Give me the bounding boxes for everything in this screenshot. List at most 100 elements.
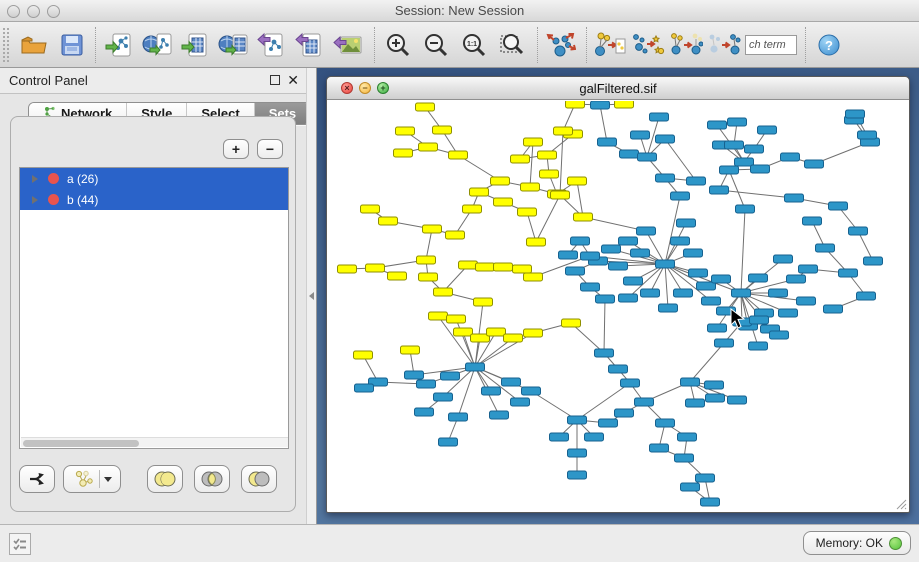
graph-node[interactable] (774, 255, 793, 263)
graph-node[interactable] (684, 249, 703, 257)
first-neighbors-button[interactable] (669, 27, 703, 63)
export-network-button[interactable] (254, 27, 288, 63)
scrollbar-thumb[interactable] (23, 440, 139, 447)
graph-node[interactable] (638, 153, 657, 161)
graph-node[interactable] (454, 328, 473, 336)
graph-node[interactable] (449, 151, 468, 159)
graph-node[interactable] (770, 331, 789, 339)
graph-node[interactable] (681, 483, 700, 491)
graph-node[interactable] (736, 205, 755, 213)
graph-node[interactable] (674, 289, 693, 297)
graph-node[interactable] (524, 329, 543, 337)
graph-node[interactable] (687, 177, 706, 185)
graph-node[interactable] (631, 249, 650, 257)
graph-node[interactable] (689, 269, 708, 277)
graph-node[interactable] (419, 273, 438, 281)
import-table-url-button[interactable] (216, 27, 250, 63)
float-panel-button[interactable] (270, 75, 280, 85)
graph-node[interactable] (846, 110, 865, 118)
graph-node[interactable] (708, 121, 727, 129)
select-from-network-button[interactable] (631, 27, 665, 63)
graph-node[interactable] (615, 409, 634, 417)
graph-node[interactable] (797, 297, 816, 305)
graph-node[interactable] (463, 205, 482, 213)
graph-node[interactable] (864, 257, 883, 265)
graph-node[interactable] (574, 213, 593, 221)
graph-node[interactable] (494, 263, 513, 271)
graph-node[interactable] (518, 208, 537, 216)
graph-node[interactable] (482, 387, 501, 395)
graph-node[interactable] (596, 295, 615, 303)
graph-node[interactable] (656, 260, 675, 268)
graph-node[interactable] (429, 312, 448, 320)
memory-status-button[interactable]: Memory: OK (803, 531, 911, 555)
graph-node[interactable] (338, 265, 357, 273)
graph-node[interactable] (415, 408, 434, 416)
graph-node[interactable] (401, 346, 420, 354)
import-network-file-button[interactable] (102, 27, 136, 63)
create-set-from-network-button[interactable] (63, 465, 121, 493)
graph-node[interactable] (706, 394, 725, 402)
graph-node[interactable] (656, 174, 675, 182)
graph-node[interactable] (513, 265, 532, 273)
export-image-button[interactable] (330, 27, 364, 63)
graph-node[interactable] (839, 269, 858, 277)
network-canvas[interactable] (328, 101, 908, 507)
graph-node[interactable] (504, 334, 523, 342)
graph-node[interactable] (681, 378, 700, 386)
expander-icon[interactable] (32, 196, 38, 204)
graph-node[interactable] (702, 297, 721, 305)
graph-node[interactable] (641, 289, 660, 297)
graph-node[interactable] (750, 316, 769, 324)
task-history-button[interactable] (9, 533, 31, 555)
graph-node[interactable] (805, 160, 824, 168)
graph-node[interactable] (620, 150, 639, 158)
graph-node[interactable] (405, 371, 424, 379)
graph-node[interactable] (423, 225, 442, 233)
graph-node[interactable] (568, 449, 587, 457)
toolbar-drag-grip[interactable] (3, 28, 9, 62)
graph-node[interactable] (566, 101, 585, 108)
graph-node[interactable] (715, 339, 734, 347)
graph-node[interactable] (434, 288, 453, 296)
graph-node[interactable] (388, 272, 407, 280)
graph-node[interactable] (803, 217, 822, 225)
graph-node[interactable] (712, 275, 731, 283)
panel-splitter[interactable] (306, 68, 317, 524)
apply-layout-button[interactable] (544, 27, 578, 63)
save-session-button[interactable] (55, 27, 89, 63)
graph-node[interactable] (491, 177, 510, 185)
graph-node[interactable] (511, 155, 530, 163)
graph-node[interactable] (602, 245, 621, 253)
graph-node[interactable] (857, 292, 876, 300)
set-row-a[interactable]: a (26) (20, 168, 288, 189)
graph-node[interactable] (671, 237, 690, 245)
graph-node[interactable] (677, 219, 696, 227)
graph-node[interactable] (858, 131, 877, 139)
graph-node[interactable] (705, 381, 724, 389)
graph-node[interactable] (599, 419, 618, 427)
graph-node[interactable] (474, 298, 493, 306)
graph-node[interactable] (433, 126, 452, 134)
split-set-button[interactable] (19, 465, 55, 493)
graph-node[interactable] (487, 328, 506, 336)
graph-node[interactable] (355, 384, 374, 392)
resize-grip-icon[interactable] (895, 498, 907, 510)
graph-node[interactable] (396, 127, 415, 135)
graph-node[interactable] (650, 113, 669, 121)
difference-sets-button[interactable] (241, 465, 277, 493)
graph-node[interactable] (591, 101, 610, 109)
graph-node[interactable] (781, 153, 800, 161)
expander-icon[interactable] (32, 175, 38, 183)
zoom-out-button[interactable] (419, 27, 453, 63)
graph-node[interactable] (568, 177, 587, 185)
graph-node[interactable] (779, 309, 798, 317)
graph-node[interactable] (720, 166, 739, 174)
remove-set-button[interactable]: − (257, 139, 283, 159)
graph-node[interactable] (686, 399, 705, 407)
graph-node[interactable] (540, 170, 559, 178)
graph-node[interactable] (728, 118, 747, 126)
close-panel-button[interactable]: ✕ (287, 72, 299, 88)
graph-node[interactable] (749, 342, 768, 350)
graph-node[interactable] (609, 365, 628, 373)
